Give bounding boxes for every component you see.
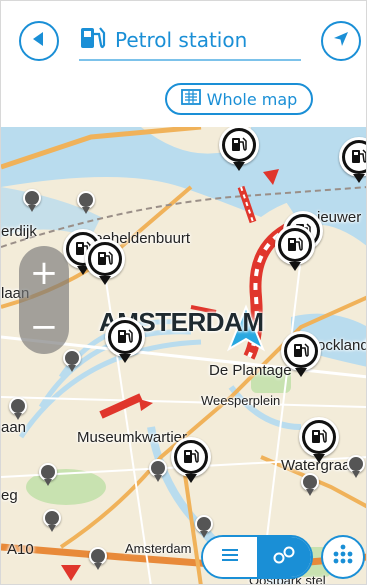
map-label-erdijk: erdijk [1,223,37,240]
fuel-pump-icon [287,337,315,365]
map-poi-dot[interactable] [301,473,319,496]
back-arrow-icon [29,29,49,53]
list-icon [220,547,240,567]
whole-map-label: Whole map [206,89,298,109]
fuel-pump-icon [305,423,333,451]
fuel-pump-icon [177,443,205,471]
fuel-pump-icon [345,143,366,171]
search-header: Petrol station Whole map [1,1,366,127]
map-view[interactable]: Zeeheldenbuurt erdijk laan AMSTERDAM De … [1,127,367,584]
map-poi-dot[interactable] [347,455,365,478]
zoom-in-button[interactable]: + [19,246,69,300]
map-poi-dot[interactable] [39,463,57,486]
back-button[interactable] [19,21,59,61]
petrol-pump-icon [79,25,107,55]
fuel-pump-icon [91,245,119,273]
search-title: Petrol station [115,28,248,52]
pins-icon [271,545,297,569]
map-poi-dot[interactable] [149,459,167,482]
main-menu-button[interactable] [321,535,365,579]
fuel-pump-icon [111,323,139,351]
map-poi-dot[interactable] [23,189,41,212]
map-label-museumkwartier: Museumkwartier [77,429,188,446]
app-frame: Petrol station Whole map Zeeheldenbuurt … [0,0,367,585]
map-label-amsterdam-station: Amsterdam [125,541,192,556]
map-poi-dot[interactable] [89,547,107,570]
map-label-de-plantage: De Plantage [209,362,292,379]
list-view-button[interactable] [203,537,257,577]
zoom-control: + − [19,246,69,354]
petrol-station-pin[interactable] [299,417,339,463]
view-toggle [201,535,313,579]
map-poi-dot[interactable] [43,509,61,532]
map-view-button[interactable] [257,537,311,577]
whole-map-button[interactable]: Whole map [165,83,313,115]
map-label-aan: aan [1,419,27,436]
petrol-station-pin[interactable] [105,317,145,363]
zoom-out-button[interactable]: − [19,300,69,354]
navigation-arrow-icon [331,29,351,53]
petrol-station-pin[interactable] [275,225,315,271]
map-label-ieuwer: ieuwer [317,209,362,226]
map-label-weesperplein: Weesperplein [201,393,281,408]
petrol-station-pin[interactable] [281,331,321,377]
map-label-eg: eg [1,487,18,504]
search-title-field[interactable]: Petrol station [79,21,301,61]
map-poi-dot[interactable] [77,191,95,214]
map-icon [180,89,201,109]
map-label-a10: A10 [7,541,34,558]
menu-dots-icon [331,543,355,571]
fuel-pump-icon [225,131,253,159]
map-poi-dot[interactable] [195,515,213,538]
petrol-station-pin[interactable] [85,239,125,285]
map-label-oostelijk: ockland [317,337,367,354]
location-button[interactable] [321,21,361,61]
map-poi-dot[interactable] [9,397,27,420]
fuel-pump-icon [281,231,309,259]
petrol-station-pin[interactable] [171,437,211,483]
